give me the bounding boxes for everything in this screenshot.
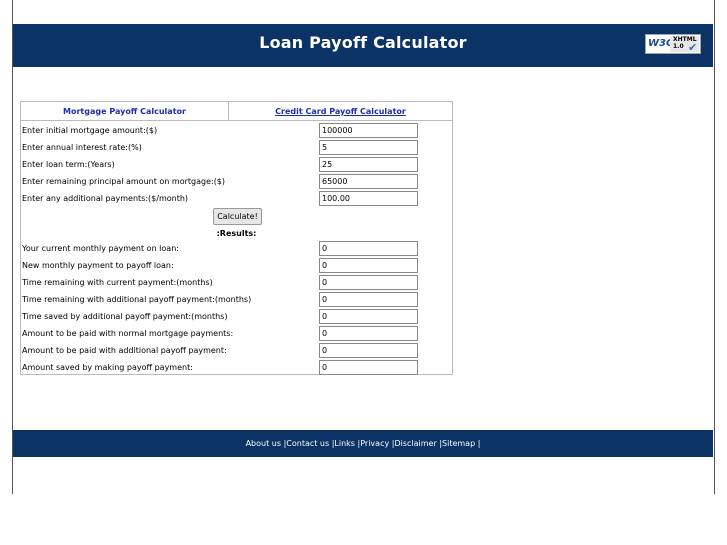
time-remaining-additional-output[interactable]: 0 bbox=[319, 292, 418, 307]
amount-saved-output[interactable]: 0 bbox=[319, 360, 418, 375]
xhtml-version: 1.0 bbox=[673, 43, 684, 50]
footer-link-privacy[interactable]: Privacy bbox=[360, 439, 389, 448]
footer-bar: About us |Contact us |Links |Privacy |Di… bbox=[13, 430, 713, 457]
amount-additional-label: Amount to be paid with additional payoff… bbox=[22, 346, 227, 355]
input-row: Enter loan term:(Years) 25 bbox=[22, 157, 453, 174]
result-row: Time remaining with additional payoff pa… bbox=[22, 292, 453, 309]
footer-separator: | bbox=[477, 439, 481, 448]
amount-normal-label: Amount to be paid with normal mortgage p… bbox=[22, 329, 234, 338]
result-row: Your current monthly payment on loan: 0 bbox=[22, 241, 453, 258]
result-row: Amount saved by making payoff payment: 0 bbox=[22, 360, 453, 377]
amount-normal-output[interactable]: 0 bbox=[319, 326, 418, 341]
results-heading: :Results: bbox=[216, 229, 257, 238]
time-remaining-current-output[interactable]: 0 bbox=[319, 275, 418, 290]
tab-mortgage-payoff[interactable]: Mortgage Payoff Calculator bbox=[21, 102, 229, 121]
header-bar: Loan Payoff Calculator W3C XHTML 1.0 ✔ bbox=[13, 24, 713, 67]
result-row: New monthly payment to payoff loan: 0 bbox=[22, 258, 453, 275]
current-monthly-payment-output[interactable]: 0 bbox=[319, 241, 418, 256]
check-icon: ✔ bbox=[688, 41, 698, 54]
loan-term-input[interactable]: 25 bbox=[319, 157, 418, 172]
w3c-xhtml-badge[interactable]: W3C XHTML 1.0 ✔ bbox=[645, 34, 701, 54]
additional-payments-label: Enter any additional payments:($/month) bbox=[22, 194, 189, 203]
loan-term-label: Enter loan term:(Years) bbox=[22, 160, 115, 169]
footer-link-contact[interactable]: Contact us bbox=[286, 439, 329, 448]
calculate-button[interactable]: Calculate! bbox=[213, 208, 262, 225]
footer-link-about[interactable]: About us bbox=[246, 439, 281, 448]
new-monthly-payment-output[interactable]: 0 bbox=[319, 258, 418, 273]
result-row: Time remaining with current payment:(mon… bbox=[22, 275, 453, 292]
input-row: Enter any additional payments:($/month) … bbox=[22, 191, 453, 208]
time-remaining-additional-label: Time remaining with additional payoff pa… bbox=[22, 295, 252, 304]
time-saved-output[interactable]: 0 bbox=[319, 309, 418, 324]
footer-link-sitemap[interactable]: Sitemap bbox=[442, 439, 475, 448]
calculator-tabs: Mortgage Payoff Calculator Credit Card P… bbox=[21, 102, 452, 121]
input-row: Enter remaining principal amount on mort… bbox=[22, 174, 453, 191]
result-row: Amount to be paid with normal mortgage p… bbox=[22, 326, 453, 343]
calculator-panel: Mortgage Payoff Calculator Credit Card P… bbox=[20, 101, 453, 375]
remaining-principal-input[interactable]: 65000 bbox=[319, 174, 418, 189]
additional-payments-input[interactable]: 100.00 bbox=[319, 191, 418, 206]
result-row: Amount to be paid with additional payoff… bbox=[22, 343, 453, 360]
page: Loan Payoff Calculator W3C XHTML 1.0 ✔ M… bbox=[0, 0, 727, 545]
interest-rate-input[interactable]: 5 bbox=[319, 140, 418, 155]
initial-mortgage-input[interactable]: 100000 bbox=[319, 123, 418, 138]
remaining-principal-label: Enter remaining principal amount on mort… bbox=[22, 177, 226, 186]
amount-saved-label: Amount saved by making payoff payment: bbox=[22, 363, 193, 372]
new-monthly-payment-label: New monthly payment to payoff loan: bbox=[22, 261, 174, 270]
footer-link-links[interactable]: Links bbox=[334, 439, 355, 448]
interest-rate-label: Enter annual interest rate:(%) bbox=[22, 143, 142, 152]
tab-credit-card-payoff[interactable]: Credit Card Payoff Calculator bbox=[229, 102, 452, 121]
time-saved-label: Time saved by additional payoff payment:… bbox=[22, 312, 228, 321]
footer-link-disclaimer[interactable]: Disclaimer bbox=[394, 439, 436, 448]
initial-mortgage-label: Enter initial mortgage amount:($) bbox=[22, 126, 158, 135]
amount-additional-output[interactable]: 0 bbox=[319, 343, 418, 358]
result-row: Time saved by additional payoff payment:… bbox=[22, 309, 453, 326]
time-remaining-current-label: Time remaining with current payment:(mon… bbox=[22, 278, 213, 287]
input-row: Enter initial mortgage amount:($) 100000 bbox=[22, 123, 453, 140]
input-row: Enter annual interest rate:(%) 5 bbox=[22, 140, 453, 157]
current-monthly-payment-label: Your current monthly payment on loan: bbox=[22, 244, 179, 253]
page-title: Loan Payoff Calculator bbox=[259, 33, 467, 52]
